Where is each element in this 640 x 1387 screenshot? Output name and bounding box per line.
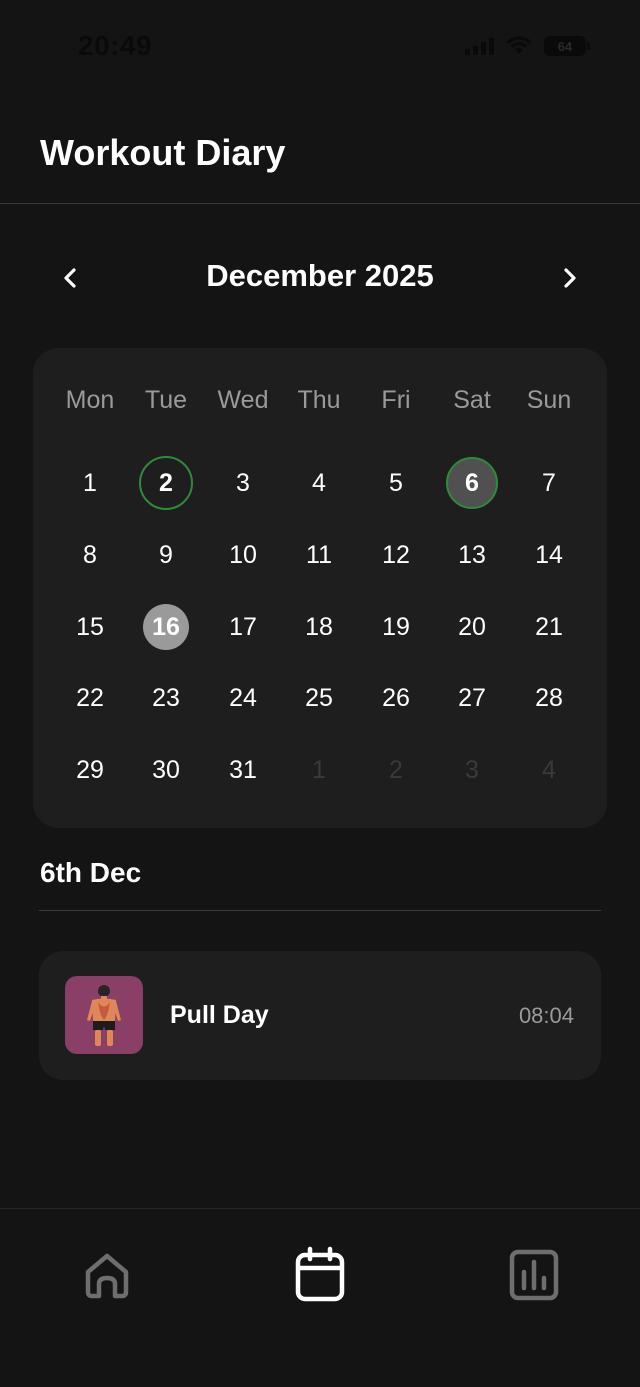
- calendar-day[interactable]: 4: [292, 456, 346, 510]
- calendar-day[interactable]: 24: [216, 671, 270, 725]
- calendar-day[interactable]: 21: [522, 600, 576, 654]
- tab-home[interactable]: [77, 1245, 137, 1305]
- weekday-label: Wed: [217, 386, 269, 414]
- tab-calendar[interactable]: [290, 1245, 350, 1305]
- calendar-day-selected[interactable]: 6: [446, 457, 498, 509]
- status-icons: 64: [465, 36, 590, 56]
- calendar-card: Mon Tue Wed Thu Fri Sat Sun 1 2 3 4 5 6 7 8 9 10 1…: [33, 348, 607, 828]
- chevron-right-icon: [564, 268, 576, 288]
- calendar-day[interactable]: 3: [216, 456, 270, 510]
- selected-date-heading: 6th Dec: [40, 857, 142, 888]
- date-divider: [39, 910, 601, 911]
- calendar-day[interactable]: 28: [522, 671, 576, 725]
- calendar-day-next-month: 4: [542, 755, 556, 784]
- back-muscles-figure-icon: [65, 976, 143, 1054]
- calendar-day[interactable]: 25: [292, 671, 346, 725]
- calendar-day[interactable]: 12: [369, 528, 423, 582]
- weekday-row: Mon Tue Wed Thu Fri Sat Sun: [33, 386, 607, 420]
- calendar-day[interactable]: 15: [63, 600, 117, 654]
- calendar-day[interactable]: 17: [216, 600, 270, 654]
- page-title: Workout Diary: [40, 132, 286, 173]
- calendar-day[interactable]: 11: [292, 528, 346, 582]
- calendar-day[interactable]: 14: [522, 528, 576, 582]
- tab-stats[interactable]: [504, 1245, 564, 1305]
- calendar-day[interactable]: 29: [63, 743, 117, 797]
- home-icon: [85, 1253, 129, 1299]
- wifi-icon: [506, 36, 532, 56]
- weekday-label: Sat: [453, 386, 491, 414]
- workout-entry[interactable]: Pull Day 08:04: [39, 951, 601, 1080]
- calendar-day[interactable]: 10: [216, 528, 270, 582]
- status-time: 20:49: [78, 30, 153, 61]
- battery-icon: 64: [544, 36, 590, 56]
- screen: 20:49 64 Workout Diary December 2025 Mon…: [0, 0, 640, 1387]
- workout-time: 08:04: [518, 1003, 574, 1028]
- calendar-day[interactable]: 1: [63, 456, 117, 510]
- calendar-day[interactable]: 19: [369, 600, 423, 654]
- weekday-label: Tue: [144, 386, 188, 414]
- calendar-day[interactable]: 7: [522, 456, 576, 510]
- calendar-icon: [295, 1246, 345, 1302]
- calendar-day-next-month: 1: [312, 755, 326, 784]
- calendar-day-workout[interactable]: 2: [139, 456, 193, 510]
- month-label: December 2025: [206, 258, 434, 293]
- header-divider: [0, 203, 640, 204]
- calendar-day[interactable]: 8: [63, 528, 117, 582]
- workout-name: Pull Day: [170, 1001, 269, 1029]
- calendar-day[interactable]: 27: [445, 671, 499, 725]
- weekday-label: Mon: [65, 386, 115, 414]
- calendar-day[interactable]: 26: [369, 671, 423, 725]
- next-month-button[interactable]: [549, 258, 589, 298]
- calendar-day[interactable]: 23: [139, 671, 193, 725]
- calendar-day-today[interactable]: 16: [143, 604, 189, 650]
- weekday-label: Thu: [297, 386, 341, 414]
- calendar-day[interactable]: 5: [369, 456, 423, 510]
- calendar-day[interactable]: 9: [139, 528, 193, 582]
- weekday-label: Fri: [381, 386, 411, 414]
- calendar-day[interactable]: 18: [292, 600, 346, 654]
- calendar-day-next-month: 2: [389, 755, 403, 784]
- calendar-day[interactable]: 20: [445, 600, 499, 654]
- tab-bar: [0, 1208, 640, 1387]
- calendar-day[interactable]: 31: [216, 743, 270, 797]
- bar-chart-icon: [509, 1249, 559, 1301]
- calendar-day[interactable]: 30: [139, 743, 193, 797]
- calendar-day[interactable]: 22: [63, 671, 117, 725]
- signal-icon: [465, 37, 494, 55]
- calendar-day-next-month: 3: [465, 755, 479, 784]
- status-bar: 20:49 64: [0, 0, 640, 94]
- weekday-label: Sun: [526, 386, 572, 414]
- calendar-day[interactable]: 13: [445, 528, 499, 582]
- month-nav: December 2025: [0, 250, 640, 306]
